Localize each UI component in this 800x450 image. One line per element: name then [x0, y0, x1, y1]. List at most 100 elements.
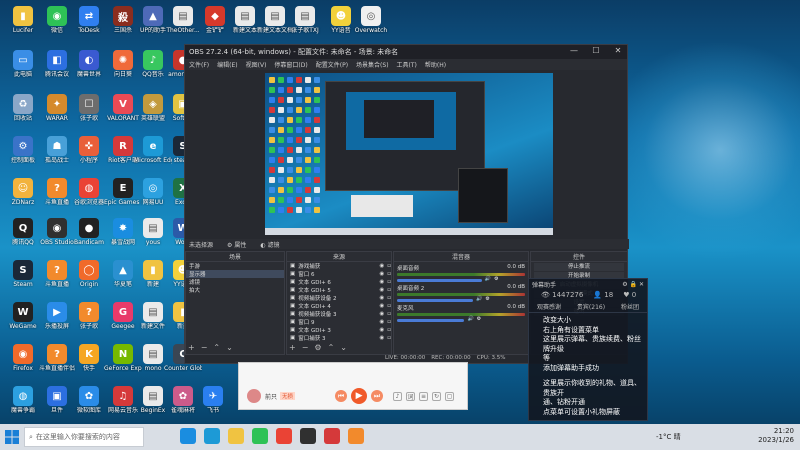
- danmu-tab[interactable]: 贵宾(216): [577, 302, 605, 311]
- volume-fader[interactable]: [397, 278, 482, 282]
- menu-item[interactable]: 编辑(E): [217, 60, 237, 69]
- desktop-icon[interactable]: ⚙ 控制面板: [4, 136, 42, 164]
- source-item[interactable]: ▣ 窗口 6 ◉ ▫: [287, 270, 391, 278]
- next-icon[interactable]: ⏭: [371, 390, 384, 402]
- source-item[interactable]: ▣ 窗口 9 ◉ ▫: [287, 318, 391, 326]
- previous-icon[interactable]: ⏮: [335, 390, 348, 402]
- visibility-icon[interactable]: ◉: [379, 327, 384, 333]
- visibility-icon[interactable]: ◉: [379, 335, 384, 341]
- playlist-icon[interactable]: ≡: [419, 391, 429, 401]
- system-clock[interactable]: 21:20 2023/1/26: [758, 427, 794, 445]
- add-icon[interactable]: +: [188, 343, 195, 352]
- close-icon[interactable]: ✕: [639, 281, 644, 288]
- lock-icon[interactable]: ▫: [387, 295, 391, 301]
- desktop-icon[interactable]: ▭ 此电脑: [4, 50, 42, 78]
- control-button[interactable]: 停止推流: [534, 263, 624, 271]
- menu-item[interactable]: 文件(F): [189, 60, 209, 69]
- scene-item[interactable]: 手游: [186, 262, 284, 270]
- weather-widget[interactable]: -1°C 晴: [656, 432, 681, 442]
- add-icon[interactable]: +: [289, 343, 296, 352]
- music-player[interactable]: 前只 无损 ⏮ ▶ ⏭ ♪ 词 ≡ ↻ ▢: [238, 362, 468, 410]
- desktop-icon[interactable]: ◐ 魔兽世界: [70, 50, 108, 78]
- scene-item[interactable]: 滤镜: [186, 278, 284, 286]
- desktop-icon[interactable]: ✈ 飞书: [194, 386, 232, 414]
- lyrics-icon[interactable]: 词: [406, 391, 416, 401]
- danmu-tab[interactable]: 观赛感谢: [537, 302, 561, 311]
- desktop-icon[interactable]: ♻ 回收站: [4, 94, 42, 122]
- desktop-icon[interactable]: ⇄ ToDesk: [70, 6, 108, 34]
- move-up-icon[interactable]: ⌃: [213, 343, 220, 352]
- desktop-icon[interactable]: ? 张子歌: [70, 302, 108, 330]
- visibility-icon[interactable]: ◉: [379, 263, 384, 269]
- source-item[interactable]: ▣ 窗口捕获 3 ◉ ▫: [287, 334, 391, 342]
- desktop-icon[interactable]: ◯ Origin: [70, 260, 108, 288]
- menu-item[interactable]: 视图(V): [246, 60, 267, 69]
- source-item[interactable]: ▣ 视频捕获设备 2 ◉ ▫: [287, 294, 391, 302]
- scene-item[interactable]: 显示器: [186, 270, 284, 278]
- visibility-icon[interactable]: ◉: [379, 287, 384, 293]
- move-down-icon[interactable]: ⌄: [340, 343, 347, 352]
- menu-item[interactable]: 场景集合(S): [356, 60, 389, 69]
- lock-icon[interactable]: ▫: [387, 271, 391, 277]
- visibility-icon[interactable]: ◉: [379, 319, 384, 325]
- source-item[interactable]: ▣ 文本 GDI+ 5 ◉ ▫: [287, 286, 391, 294]
- menu-item[interactable]: 工具(T): [397, 60, 417, 69]
- desktop-icon[interactable]: ▤ 张子歌TXJ: [286, 6, 324, 34]
- wechat-taskbar-icon[interactable]: [252, 428, 268, 444]
- volume-fader[interactable]: [397, 298, 474, 302]
- obs-taskbar-icon[interactable]: [300, 428, 316, 444]
- taskbar-search[interactable]: ⌕ 在这里输入你要搜索的内容: [24, 427, 144, 447]
- lock-icon[interactable]: ▫: [387, 303, 391, 309]
- move-up-icon[interactable]: ⌃: [328, 343, 335, 352]
- gear-icon[interactable]: ⚙: [314, 343, 321, 352]
- chrome-taskbar-icon[interactable]: [276, 428, 292, 444]
- source-item[interactable]: ▣ 视频捕获设备 3 ◉ ▫: [287, 310, 391, 318]
- minimize-icon[interactable]: —: [567, 46, 581, 58]
- obs-titlebar[interactable]: OBS 27.2.4 (64-bit, windows) - 配置文件: 未命名…: [185, 45, 627, 59]
- scene-item[interactable]: 拍大: [186, 286, 284, 294]
- menu-item[interactable]: 停靠窗口(D): [274, 60, 307, 69]
- gear-icon[interactable]: ⚙: [477, 316, 481, 322]
- lock-icon[interactable]: ▫: [387, 335, 391, 341]
- edge-taskbar-icon[interactable]: [204, 428, 220, 444]
- close-icon[interactable]: ✕: [611, 46, 625, 58]
- visibility-icon[interactable]: ◉: [379, 303, 384, 309]
- mode-icon[interactable]: ↻: [432, 391, 442, 401]
- desktop-icon[interactable]: ◍ 魔兽争霸: [4, 386, 42, 414]
- desktop-icon[interactable]: W WeGame: [4, 302, 42, 330]
- lock-icon[interactable]: ▫: [387, 263, 391, 269]
- speaker-icon[interactable]: 🔊: [467, 316, 473, 322]
- lock-icon[interactable]: ▫: [387, 287, 391, 293]
- danmu-tab[interactable]: 粉丝团: [621, 302, 639, 311]
- desktop-icon[interactable]: ✿ 微软图库: [70, 386, 108, 414]
- source-item[interactable]: ▣ 文本 GDI+ 3 ◉ ▫: [287, 326, 391, 334]
- remove-icon[interactable]: −: [302, 343, 309, 352]
- task-view-icon[interactable]: [180, 428, 196, 444]
- settings-icon[interactable]: ⚙: [622, 281, 627, 288]
- desktop-icon[interactable]: ● Bandicam: [70, 218, 108, 246]
- gear-icon[interactable]: ⚙: [494, 276, 498, 282]
- lock-icon[interactable]: 🔒: [630, 281, 637, 288]
- music-taskbar-icon[interactable]: [324, 428, 340, 444]
- play-icon[interactable]: ▶: [351, 388, 368, 404]
- explorer-taskbar-icon[interactable]: [228, 428, 244, 444]
- gear-icon[interactable]: ⚙: [485, 296, 489, 302]
- douyu-taskbar-icon[interactable]: [348, 428, 364, 444]
- move-down-icon[interactable]: ⌄: [226, 343, 233, 352]
- album-cover[interactable]: [247, 389, 261, 403]
- desktop-icon[interactable]: ☺ ZDNarz: [4, 178, 42, 206]
- lock-icon[interactable]: ▫: [387, 311, 391, 317]
- lock-icon[interactable]: ▫: [387, 319, 391, 325]
- source-item[interactable]: ▣ 游戏捕获 ◉ ▫: [287, 262, 391, 270]
- speaker-icon[interactable]: 🔊: [476, 296, 482, 302]
- filters-button[interactable]: ◐ 滤镜: [260, 240, 279, 249]
- expand-icon[interactable]: ▢: [445, 391, 455, 401]
- visibility-icon[interactable]: ◉: [379, 279, 384, 285]
- lock-icon[interactable]: ▫: [387, 279, 391, 285]
- visibility-icon[interactable]: ◉: [379, 271, 384, 277]
- speaker-icon[interactable]: 🔊: [485, 276, 491, 282]
- maximize-icon[interactable]: ☐: [589, 46, 603, 58]
- desktop-icon[interactable]: ✜ 小程序: [70, 136, 108, 164]
- menu-item[interactable]: 帮助(H): [425, 60, 446, 69]
- menu-item[interactable]: 配置文件(P): [316, 60, 348, 69]
